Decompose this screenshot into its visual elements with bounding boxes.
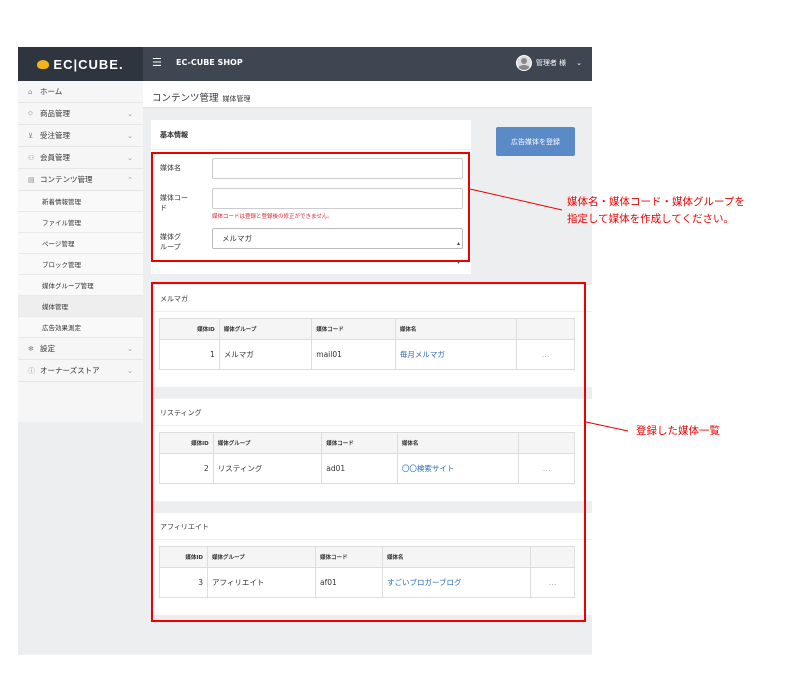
page-title-text: コンテンツ管理 [152,93,219,104]
shop-name[interactable]: EC-CUBE SHOP [176,58,243,67]
user-menu[interactable]: 管理者 様 ⌄ [515,55,582,71]
chevron-down-icon: ⌄ [576,59,582,67]
annotation-line-list [585,421,629,432]
sidebar-subitem-media-groups[interactable]: 媒体グループ管理 [18,275,143,296]
divider [151,149,471,150]
page-subtitle: 媒体管理 [222,95,251,103]
sidebar-item-settings[interactable]: ✻ 設定 ⌄ [18,338,143,360]
sidebar-subitem-pages[interactable]: ページ管理 [18,233,143,254]
register-media-button[interactable]: 広告媒体を登録 [496,127,575,156]
logo-cube-icon [37,59,50,69]
top-navbar: EC|CUBE. ☰ EC-CUBE SHOP 管理者 様 ⌄ [18,47,592,81]
sidebar-item-label: オーナーズストア [40,366,100,375]
sidebar-item-label: 商品管理 [40,109,70,118]
tag-icon: ⬦ [28,109,33,117]
chevron-down-icon: ⌄ [127,131,133,140]
chevron-down-icon: ⌄ [127,109,133,118]
annotation-note-form: 媒体名・媒体コード・媒体グループを 指定して媒体を作成してください。 [567,194,745,228]
sidebar-item-products[interactable]: ⬦ 商品管理 ⌄ [18,103,143,125]
user-label: 管理者 様 [535,59,567,67]
annotation-note-line: 媒体名・媒体コード・媒体グループを [567,196,745,208]
annotation-note-line: 指定して媒体を作成してください。 [567,213,735,225]
sidebar-item-label: 会員管理 [40,153,70,162]
card-heading: 基本情報 [160,131,188,139]
page-title: コンテンツ管理 媒体管理 [152,90,251,104]
sidebar-item-contents[interactable]: ▤ コンテンツ管理 ⌃ [18,169,143,191]
sidebar-item-label: コンテンツ管理 [40,175,93,184]
sidebar-item-label: 設定 [40,344,55,353]
users-icon: ⚇ [28,153,35,162]
annotation-box-form [151,152,470,262]
gear-icon: ✻ [28,344,34,353]
annotation-box-list [151,282,586,622]
sidebar-subitem-media[interactable]: 媒体管理 [18,296,143,317]
annotation-note-list: 登録した媒体一覧 [636,425,720,437]
sidebar-item-label: ホーム [40,87,63,96]
sidebar-item-customers[interactable]: ⚇ 会員管理 ⌄ [18,147,143,169]
avatar [515,55,532,71]
logo-text: EC|CUBE. [53,56,124,72]
cart-icon: ⊻ [28,131,34,140]
sidebar-subitem-news[interactable]: 新着情報管理 [18,191,143,212]
file-icon: ▤ [28,175,35,184]
chevron-down-icon: ⌄ [127,344,133,353]
sidebar-item-owners-store[interactable]: ⓘ オーナーズストア ⌄ [18,360,143,382]
sidebar-subitem-ad-measurement[interactable]: 広告効果測定 [18,317,143,338]
home-icon: ⌂ [28,87,33,96]
sidebar: ⌂ ホーム ⬦ 商品管理 ⌄ ⊻ 受注管理 ⌄ ⚇ 会員管理 ⌄ ▤ コンテンツ… [18,81,143,422]
sidebar-item-home[interactable]: ⌂ ホーム [18,81,143,103]
sidebar-subitem-blocks[interactable]: ブロック管理 [18,254,143,275]
sidebar-subitem-files[interactable]: ファイル管理 [18,212,143,233]
chevron-down-icon: ⌄ [127,153,133,162]
info-icon: ⓘ [28,366,35,375]
chevron-down-icon: ⌄ [127,366,133,375]
sidebar-item-orders[interactable]: ⊻ 受注管理 ⌄ [18,125,143,147]
page-title-bar: コンテンツ管理 媒体管理 [143,81,592,108]
chevron-up-icon: ⌃ [127,175,133,184]
menu-toggle-icon[interactable]: ☰ [152,57,162,68]
sidebar-item-label: 受注管理 [40,131,70,140]
logo[interactable]: EC|CUBE. [18,47,143,81]
